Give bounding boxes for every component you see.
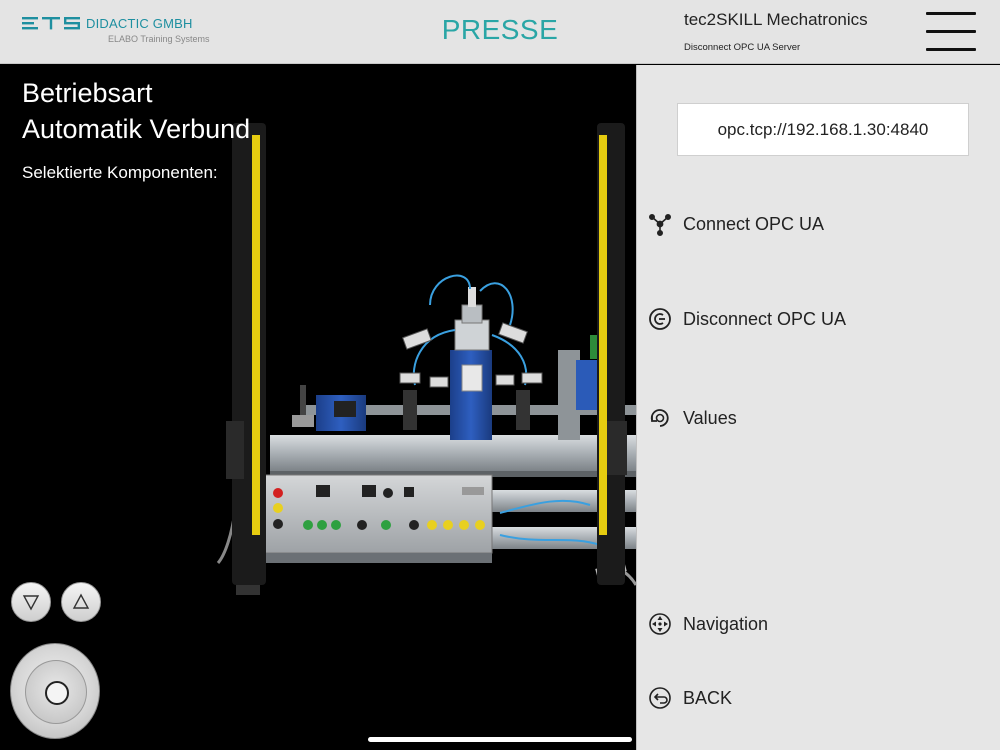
company-name: DIDACTIC GMBH: [86, 16, 193, 31]
selected-components-label: Selektierte Komponenten:: [22, 163, 218, 182]
hamburger-icon: [926, 12, 976, 15]
product-name: tec2SKILL Mechatronics: [684, 10, 868, 29]
navigation-button[interactable]: Navigation: [647, 608, 768, 640]
app-header: DIDACTIC GMBH ELABO Training Systems PRE…: [0, 0, 1000, 64]
connect-opc-ua-button[interactable]: Connect OPC UA: [647, 208, 824, 240]
company-subtitle: ELABO Training Systems: [108, 34, 210, 44]
menu-button[interactable]: [926, 12, 978, 52]
operating-mode: Betriebsart Automatik Verbund: [22, 75, 250, 147]
disconnect-icon: [647, 306, 673, 332]
page-title: PRESSE: [441, 14, 559, 45]
operating-mode-value: Automatik Verbund: [22, 114, 251, 144]
connection-status: Disconnect OPC UA Server: [684, 42, 801, 53]
triangle-up-icon: [72, 593, 90, 609]
values-label: Values: [683, 407, 737, 428]
company-logo: DIDACTIC GMBH ELABO Training Systems: [22, 14, 210, 48]
camera-up-button[interactable]: [61, 582, 101, 622]
operating-mode-title: Betriebsart: [22, 78, 153, 108]
ets-logo-icon: [22, 17, 80, 30]
home-indicator[interactable]: [368, 737, 632, 742]
values-icon: [647, 405, 673, 431]
connect-opc-ua-label: Connect OPC UA: [683, 213, 825, 234]
back-icon: [647, 685, 673, 711]
disconnect-opc-ua-label: Disconnect OPC UA: [683, 308, 847, 329]
camera-joystick[interactable]: [10, 643, 100, 739]
server-url-input[interactable]: [677, 103, 969, 156]
network-icon: [647, 211, 673, 237]
back-button[interactable]: BACK: [647, 682, 732, 714]
camera-down-button[interactable]: [11, 582, 51, 622]
values-button[interactable]: Values: [647, 402, 737, 434]
opc-ua-panel: Connect OPC UA Disconnect OPC UA Values …: [636, 65, 1000, 750]
navigation-icon: [647, 611, 673, 637]
triangle-down-icon: [22, 595, 40, 611]
joystick-icon: [25, 660, 87, 724]
3d-viewport[interactable]: Betriebsart Automatik Verbund Selektiert…: [0, 65, 636, 750]
disconnect-opc-ua-button[interactable]: Disconnect OPC UA: [647, 303, 846, 335]
navigation-label: Navigation: [683, 613, 769, 634]
back-label: BACK: [683, 687, 733, 708]
